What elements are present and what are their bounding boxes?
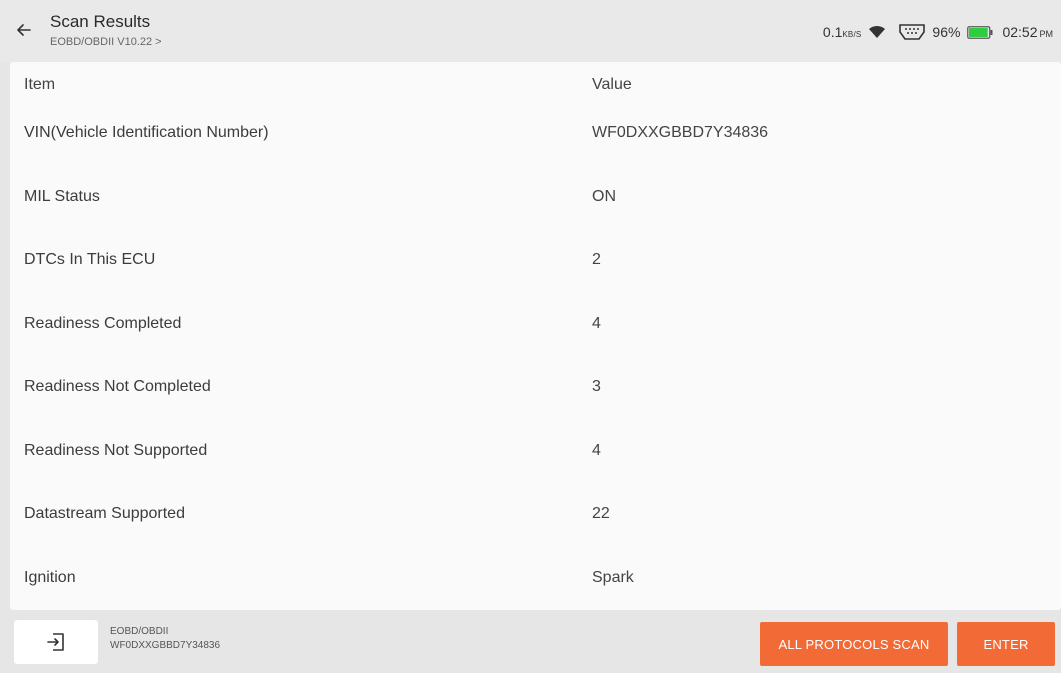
table-row: DTCs In This ECU 2 — [10, 231, 1061, 295]
clock-ampm: PM — [1039, 29, 1054, 39]
table-rows: VIN(Vehicle Identification Number) WF0DX… — [10, 104, 1061, 612]
row-value: 4 — [592, 441, 601, 459]
row-value: Spark — [592, 568, 634, 586]
row-value: 3 — [592, 378, 601, 395]
row-item: Datastream Supported — [24, 505, 185, 522]
network-speed: 0.1KB/S — [823, 24, 862, 40]
title-block: Scan Results EOBD/OBDII V10.22 > — [50, 12, 162, 48]
column-header-item: Item — [24, 76, 56, 93]
table-row: Readiness Not Completed 3 — [10, 358, 1061, 422]
bottom-bar: EOBD/OBDII WF0DXXGBBD7Y34836 ALL PROTOCO… — [0, 612, 1061, 673]
arrow-left-icon — [17, 24, 31, 36]
table-header: Item Value — [10, 62, 1061, 108]
row-item: Readiness Not Completed — [24, 378, 211, 395]
table-row: Readiness Not Supported 4 — [10, 422, 1061, 486]
clock: 02:52 PM — [1002, 24, 1053, 40]
row-value: 2 — [592, 251, 601, 268]
enter-button[interactable]: ENTER — [957, 622, 1055, 666]
table-row: Ignition Spark — [10, 549, 1061, 613]
column-header-value: Value — [592, 76, 632, 93]
row-value: 4 — [592, 314, 601, 332]
scan-results-table: Item Value VIN(Vehicle Identification Nu… — [10, 62, 1061, 610]
clock-time: 02:52 — [1002, 24, 1038, 40]
vci-connector-icon — [899, 24, 926, 40]
table-row: Readiness Completed 4 — [10, 295, 1061, 359]
back-button[interactable] — [12, 18, 36, 42]
network-speed-value: 0.1 — [822, 24, 843, 40]
table-row: Datastream Supported 22 — [10, 485, 1061, 549]
all-protocols-scan-button[interactable]: ALL PROTOCOLS SCAN — [760, 622, 948, 666]
exit-button[interactable] — [14, 620, 98, 664]
table-row: VIN(Vehicle Identification Number) WF0DX… — [10, 104, 1061, 168]
vehicle-system: EOBD/OBDII — [110, 626, 169, 637]
row-item: Ignition — [24, 568, 76, 586]
vehicle-vin: WF0DXXGBBD7Y34836 — [110, 640, 221, 651]
row-item: VIN(Vehicle Identification Number) — [24, 124, 269, 141]
row-item: MIL Status — [24, 187, 100, 205]
row-item: DTCs In This ECU — [24, 251, 156, 268]
battery-icon — [967, 25, 993, 39]
row-item: Readiness Not Supported — [24, 441, 208, 459]
row-value: 22 — [592, 505, 610, 522]
exit-icon — [47, 633, 64, 651]
top-header: Scan Results EOBD/OBDII V10.22 > 0.1KB/S… — [0, 0, 1061, 62]
breadcrumb[interactable]: EOBD/OBDII V10.22 > — [50, 36, 162, 48]
status-bar: 0.1KB/S 96% 02:52 PM — [823, 24, 1053, 40]
table-row: MIL Status ON — [10, 168, 1061, 232]
row-value: ON — [592, 187, 616, 205]
vehicle-info: EOBD/OBDII WF0DXXGBBD7Y34836 — [110, 625, 220, 653]
wifi-icon — [869, 25, 886, 38]
page-title: Scan Results — [50, 12, 151, 31]
row-item: Readiness Completed — [24, 314, 182, 332]
battery-percent: 96% — [932, 24, 961, 40]
network-speed-unit: KB/S — [842, 30, 862, 39]
row-value: WF0DXXGBBD7Y34836 — [592, 124, 769, 141]
